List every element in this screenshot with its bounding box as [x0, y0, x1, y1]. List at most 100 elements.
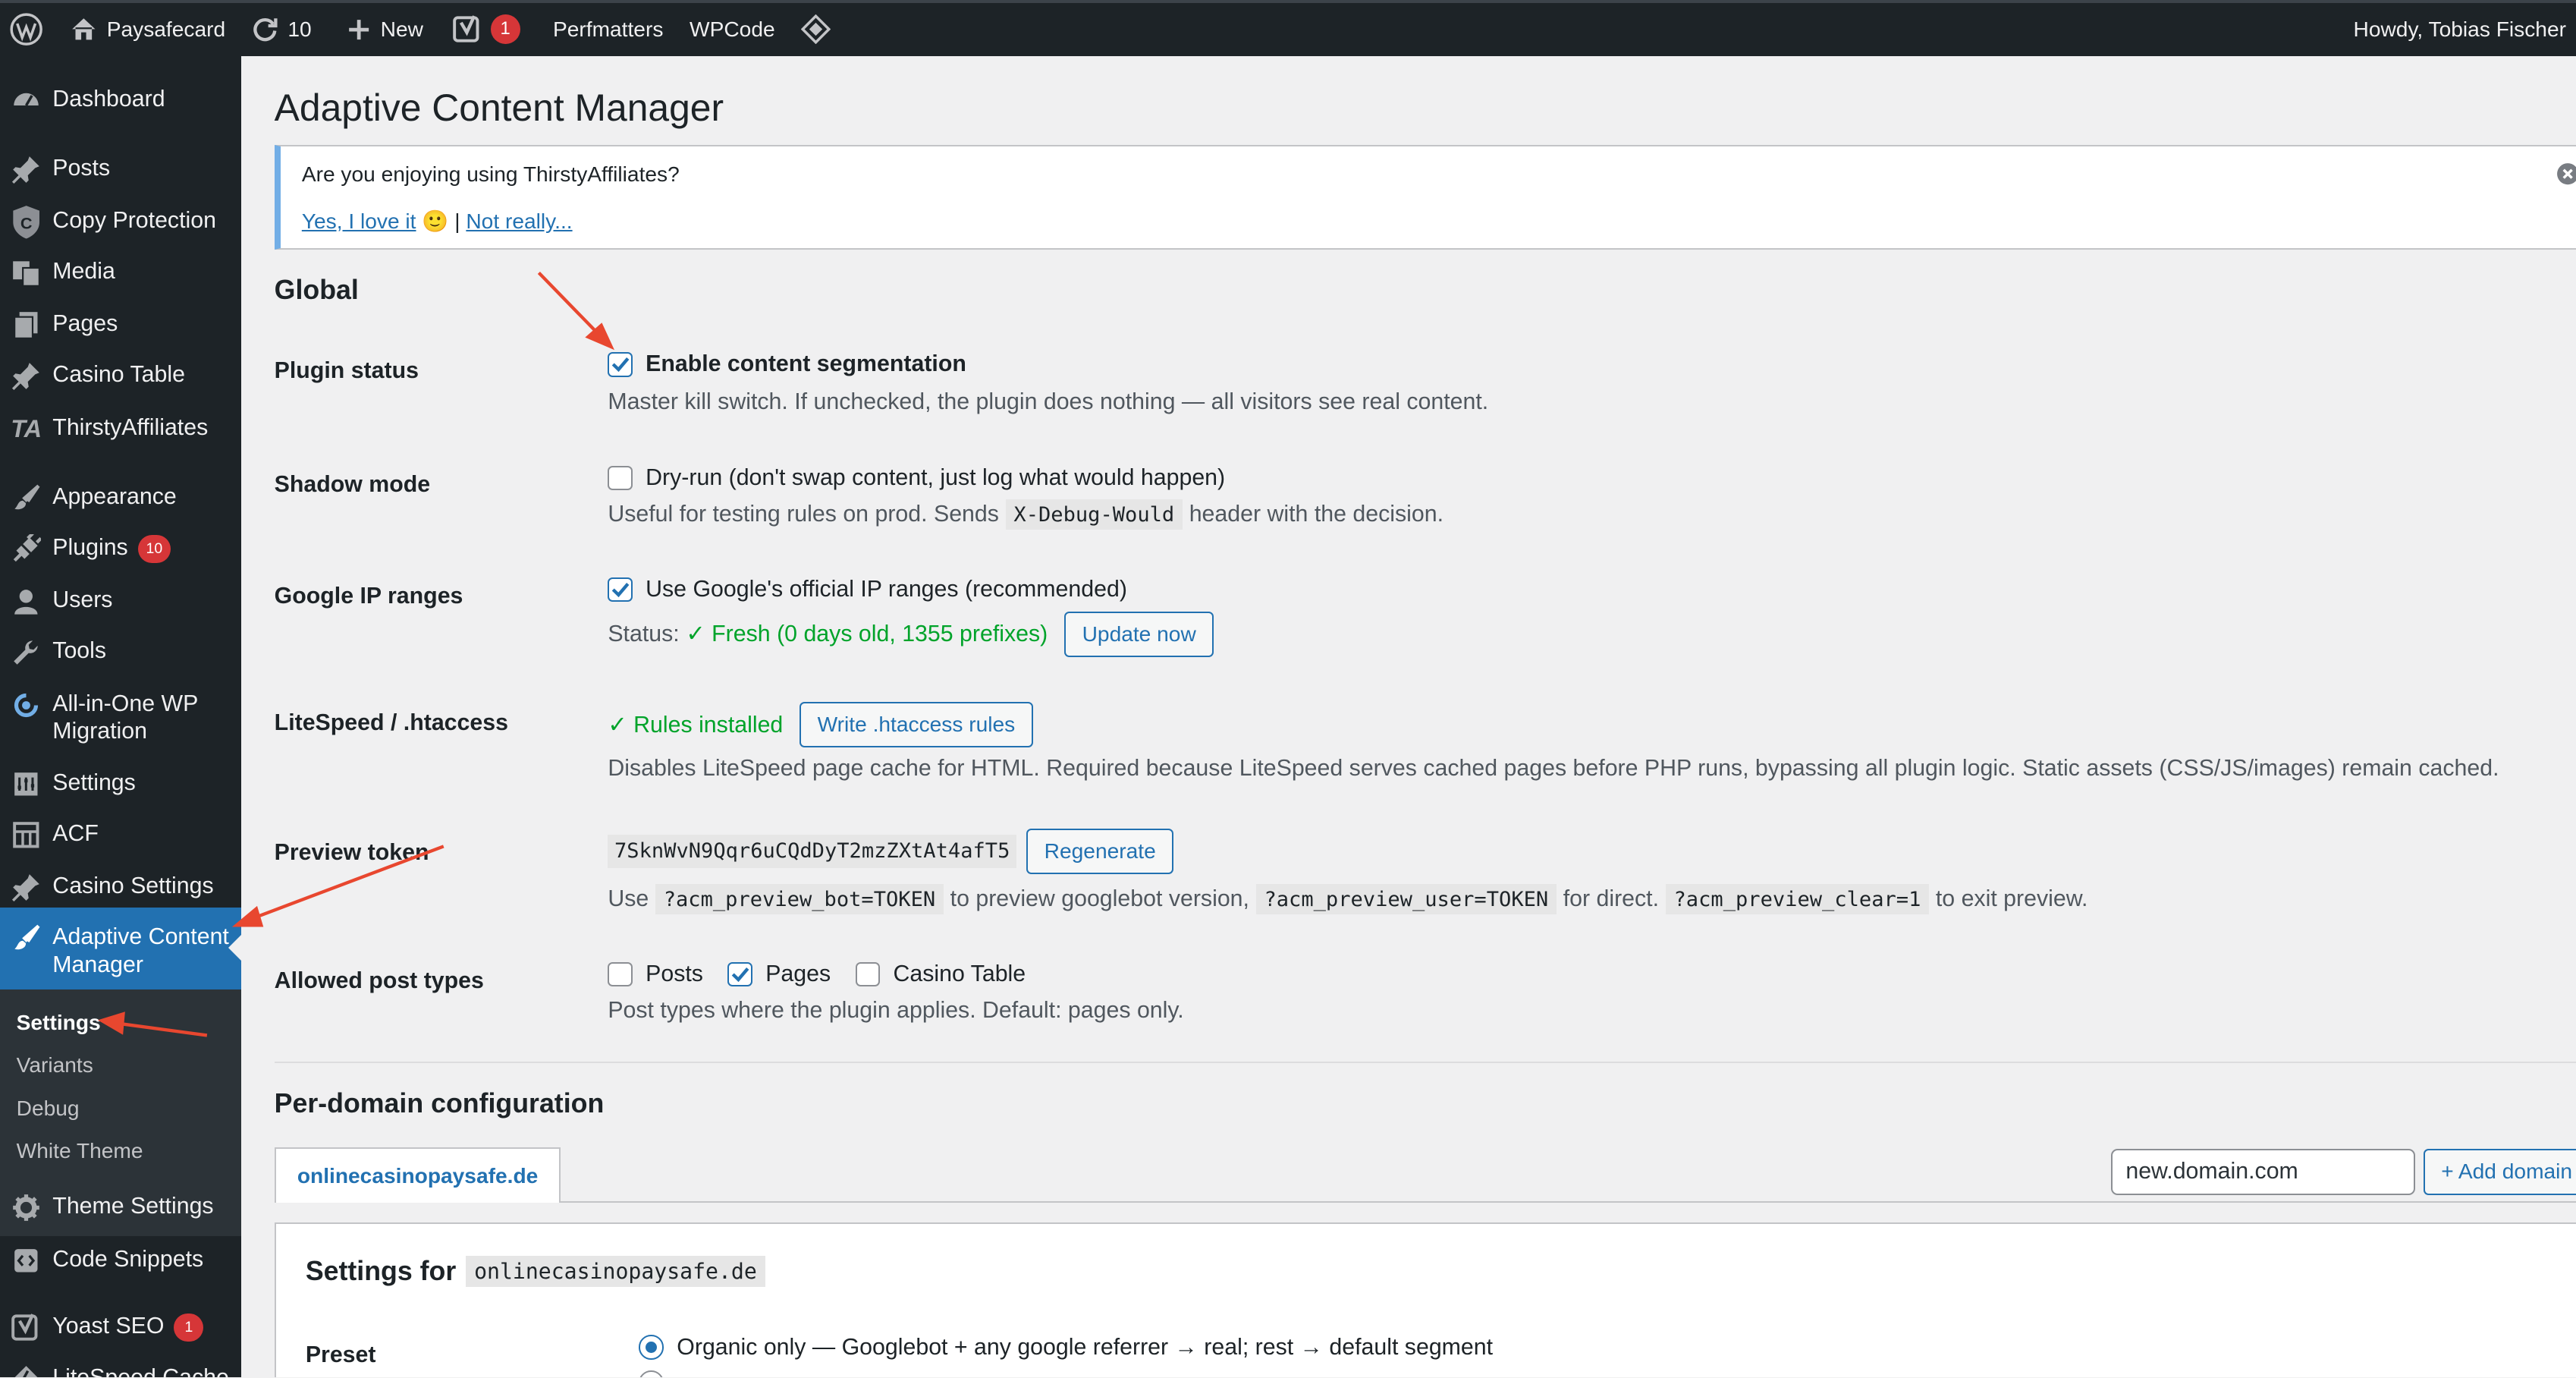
dry-run-label[interactable]: Dry-run (don't swap content, just log wh… — [646, 465, 1225, 491]
code-icon — [0, 1244, 52, 1276]
sidebar-item-users[interactable]: Users — [0, 585, 241, 618]
post-type-pages-checkbox[interactable] — [727, 961, 752, 987]
litespeed-status-row: ✓ Rules installed Write .htaccess rules — [608, 701, 1033, 748]
howdy-user-menu[interactable]: Howdy, Tobias Fischer — [2340, 3, 2576, 55]
sidebar-item-acf[interactable]: ACF — [0, 819, 241, 851]
sidebar-item-label: Code Snippets — [52, 1246, 204, 1272]
not-really-link[interactable]: Not really... — [466, 209, 572, 233]
shield-icon: C — [0, 205, 52, 239]
sidebar-item-casino-settings[interactable]: Casino Settings — [0, 871, 241, 904]
sidebar-item-label: Users — [52, 587, 113, 613]
pin-icon — [0, 871, 52, 904]
new-label: New — [380, 17, 423, 41]
post-types-label: Allowed post types — [274, 967, 484, 993]
submenu-item-debug[interactable]: Debug — [17, 1096, 80, 1121]
svg-text:C: C — [20, 213, 33, 232]
litespeed-icon — [0, 1362, 52, 1377]
sidebar-item-thirstyaffiliates[interactable]: TA ThirstyAffiliates — [0, 413, 241, 445]
preset-radio-organic[interactable] — [639, 1335, 664, 1360]
sidebar-item-pages[interactable]: Pages — [0, 309, 241, 341]
sidebar-item-appearance[interactable]: Appearance — [0, 482, 241, 514]
preset-option-organic[interactable]: Organic only — Googlebot + any google re… — [639, 1335, 1493, 1361]
sidebar-item-plugins[interactable]: Plugins 10 — [0, 533, 241, 565]
sidebar-item-label: Appearance — [52, 483, 177, 509]
sidebar-item-label: Pages — [52, 311, 118, 337]
sidebar-item-yoast-seo[interactable]: Yoast SEO 1 — [0, 1311, 241, 1344]
post-types-description: Post types where the plugin applies. Def… — [608, 997, 1184, 1023]
sidebar-item-label: Plugins 10 — [52, 533, 171, 563]
notice-links: Yes, I love it 🙂 | Not really... — [302, 209, 573, 234]
admin-bar: Paysafecard 10 New 1 Perfmatters WPCode … — [0, 0, 2576, 56]
google-ip-checkbox[interactable] — [608, 577, 633, 602]
submenu-item-variants[interactable]: Variants — [17, 1053, 93, 1078]
sidebar-item-litespeed-cache[interactable]: LiteSpeed Cache — [0, 1362, 241, 1377]
sidebar-item-label: All-in-One WP Migration — [52, 691, 198, 744]
sidebar-item-copy-protection[interactable]: C Copy Protection — [0, 205, 241, 239]
post-type-posts-checkbox[interactable] — [608, 961, 633, 987]
sidebar-item-casino-table[interactable]: Casino Table — [0, 360, 241, 392]
wpcode-menu[interactable]: WPCode — [677, 3, 788, 55]
preview-token-description: Use ?acm_preview_bot=TOKEN to preview go… — [608, 884, 2088, 914]
sidebar-item-settings[interactable]: Settings — [0, 767, 241, 800]
sidebar-item-adaptive-content-manager[interactable]: Adaptive Content Manager — [0, 907, 242, 989]
use-text: Use — [608, 886, 649, 912]
brush-icon — [0, 922, 52, 955]
submenu-item-white-theme[interactable]: White Theme — [17, 1139, 143, 1163]
update-now-button[interactable]: Update now — [1063, 611, 1214, 658]
regenerate-button[interactable]: Regenerate — [1026, 828, 1174, 875]
post-type-casino-table-label[interactable]: Casino Table — [893, 961, 1026, 987]
updates-menu[interactable]: 10 — [238, 3, 325, 55]
google-ip-checkbox-label[interactable]: Use Google's official IP ranges (recomme… — [646, 577, 1127, 602]
submenu-item-settings[interactable]: Settings — [17, 1011, 101, 1035]
active-menu-pointer — [228, 935, 242, 961]
yes-love-it-link[interactable]: Yes, I love it — [302, 209, 416, 233]
post-type-posts-label[interactable]: Posts — [646, 961, 703, 987]
preview-bot-text: to preview googlebot version, — [950, 886, 1249, 912]
sidebar-item-theme-settings[interactable]: Theme Settings — [0, 1191, 241, 1224]
acf-icon — [0, 819, 52, 851]
tab-onlinecasinopaysafe-de[interactable]: onlinecasinopaysafe.de — [274, 1147, 561, 1203]
diamond-icon[interactable] — [788, 3, 844, 55]
enable-segmentation-checkbox[interactable] — [608, 352, 633, 377]
pin-icon — [0, 153, 52, 185]
preset-option-label[interactable]: Organic only — Googlebot + any google re… — [677, 1335, 1493, 1361]
google-ip-status: Status: ✓ Fresh (0 days old, 1355 prefix… — [608, 611, 1214, 658]
enable-segmentation-label[interactable]: Enable content segmentation — [646, 351, 966, 377]
close-icon[interactable] — [2556, 162, 2576, 192]
sidebar-item-label: Copy Protection — [52, 207, 216, 233]
plugin-icon — [0, 533, 52, 565]
settings-for-heading: Settings for onlinecasinopaysafe.de — [306, 1255, 771, 1288]
pin-icon — [0, 360, 52, 392]
users-icon — [0, 585, 52, 618]
sidebar-item-code-snippets[interactable]: Code Snippets — [0, 1244, 241, 1276]
google-ip-field: Use Google's official IP ranges (recomme… — [608, 577, 1127, 602]
sidebar-item-label: Theme Settings — [52, 1194, 214, 1219]
preset-radio-next[interactable] — [639, 1370, 664, 1377]
sidebar-item-dashboard[interactable]: Dashboard — [0, 83, 241, 116]
sidebar-item-label: Settings — [52, 769, 136, 795]
sidebar-item-label: LiteSpeed Cache — [52, 1362, 229, 1377]
preset-option-next[interactable] — [639, 1370, 677, 1377]
sidebar-item-all-in-one-wp-migration[interactable]: All-in-One WP Migration — [0, 688, 241, 746]
write-htaccess-button[interactable]: Write .htaccess rules — [799, 701, 1033, 748]
header-code: X-Debug-Would — [1005, 499, 1183, 530]
preview-bot-code: ?acm_preview_bot=TOKEN — [655, 884, 944, 914]
sidebar-item-media[interactable]: Media — [0, 256, 241, 289]
preview-token-row: 7SknWvN9Qqr6uCQdDyT2mzZXtAt4afT5 Regener… — [608, 828, 1174, 875]
new-content-menu[interactable]: New — [335, 3, 436, 55]
post-type-pages-label[interactable]: Pages — [765, 961, 831, 987]
site-name-menu[interactable]: Paysafecard — [58, 3, 239, 55]
status-label: Status: — [608, 621, 680, 647]
yoast-menu[interactable]: 1 — [440, 3, 533, 55]
post-type-casino-table-checkbox[interactable] — [855, 961, 881, 987]
sidebar-item-tools[interactable]: Tools — [0, 636, 241, 669]
add-domain-button[interactable]: + Add domain — [2423, 1148, 2576, 1195]
site-name: Paysafecard — [106, 17, 226, 41]
refresh-icon — [253, 18, 278, 42]
new-domain-input[interactable]: new.domain.com — [2111, 1148, 2415, 1195]
perfmatters-menu[interactable]: Perfmatters — [540, 3, 677, 55]
dry-run-checkbox[interactable] — [608, 465, 633, 491]
wordpress-logo-icon[interactable] — [0, 3, 58, 55]
sidebar-item-posts[interactable]: Posts — [0, 153, 241, 185]
thirstyaffiliates-notice: Are you enjoying using ThirstyAffiliates… — [274, 144, 2576, 250]
